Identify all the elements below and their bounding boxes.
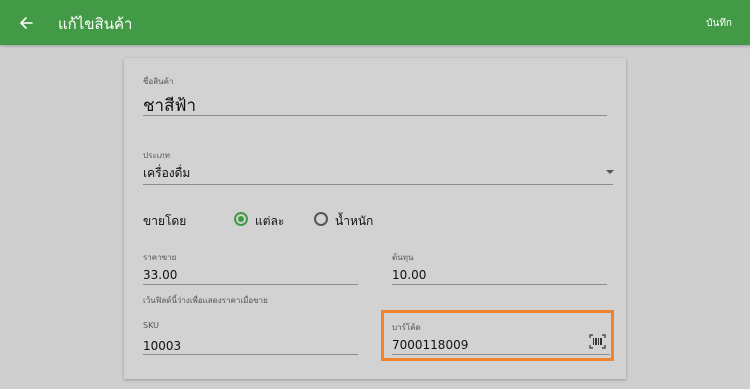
price-input[interactable]: 33.00: [143, 268, 177, 282]
price-hint: เว้นฟิลด์นี้ว่างเพื่อแสดงราคาเมื่อขาย: [143, 296, 268, 305]
radio-weight[interactable]: [314, 212, 328, 226]
back-button[interactable]: [14, 11, 38, 35]
cost-input[interactable]: 10.00: [392, 268, 426, 282]
barcode-label: บาร์โค้ด: [392, 323, 421, 332]
sku-input[interactable]: 10003: [143, 339, 181, 353]
arrow-back-icon: [20, 17, 33, 29]
sell-by-label: ขายโดย: [143, 214, 187, 228]
page-title: แก้ไขสินค้า: [58, 15, 133, 33]
sku-label: SKU: [143, 321, 159, 330]
dropdown-arrow-icon[interactable]: [606, 170, 614, 174]
product-name-label: ชื่อสินค้า: [143, 77, 174, 86]
app-bar: แก้ไขสินค้า บันทึก: [0, 0, 750, 45]
radio-weight-label[interactable]: น้ำหนัก: [335, 212, 373, 231]
category-label: ประเภท: [143, 151, 170, 160]
save-button[interactable]: บันทึก: [706, 16, 732, 31]
radio-selected-dot: [238, 216, 244, 222]
radio-each[interactable]: [234, 212, 248, 226]
price-label: ราคาขาย: [143, 253, 177, 262]
radio-each-label[interactable]: แต่ละ: [255, 212, 284, 231]
price-underline: [143, 284, 358, 285]
barcode-highlight: บาร์โค้ด 7000118009: [381, 310, 614, 361]
category-underline: [143, 184, 613, 185]
product-name-underline: [143, 115, 607, 116]
barcode-input[interactable]: 7000118009: [392, 338, 468, 352]
barcode-scan-icon[interactable]: [589, 334, 606, 349]
cost-label: ต้นทุน: [392, 253, 414, 262]
barcode-underline: [392, 354, 610, 355]
sku-underline: [143, 354, 358, 355]
cost-underline: [392, 284, 607, 285]
category-select[interactable]: เครื่องดื่ม: [143, 164, 190, 183]
